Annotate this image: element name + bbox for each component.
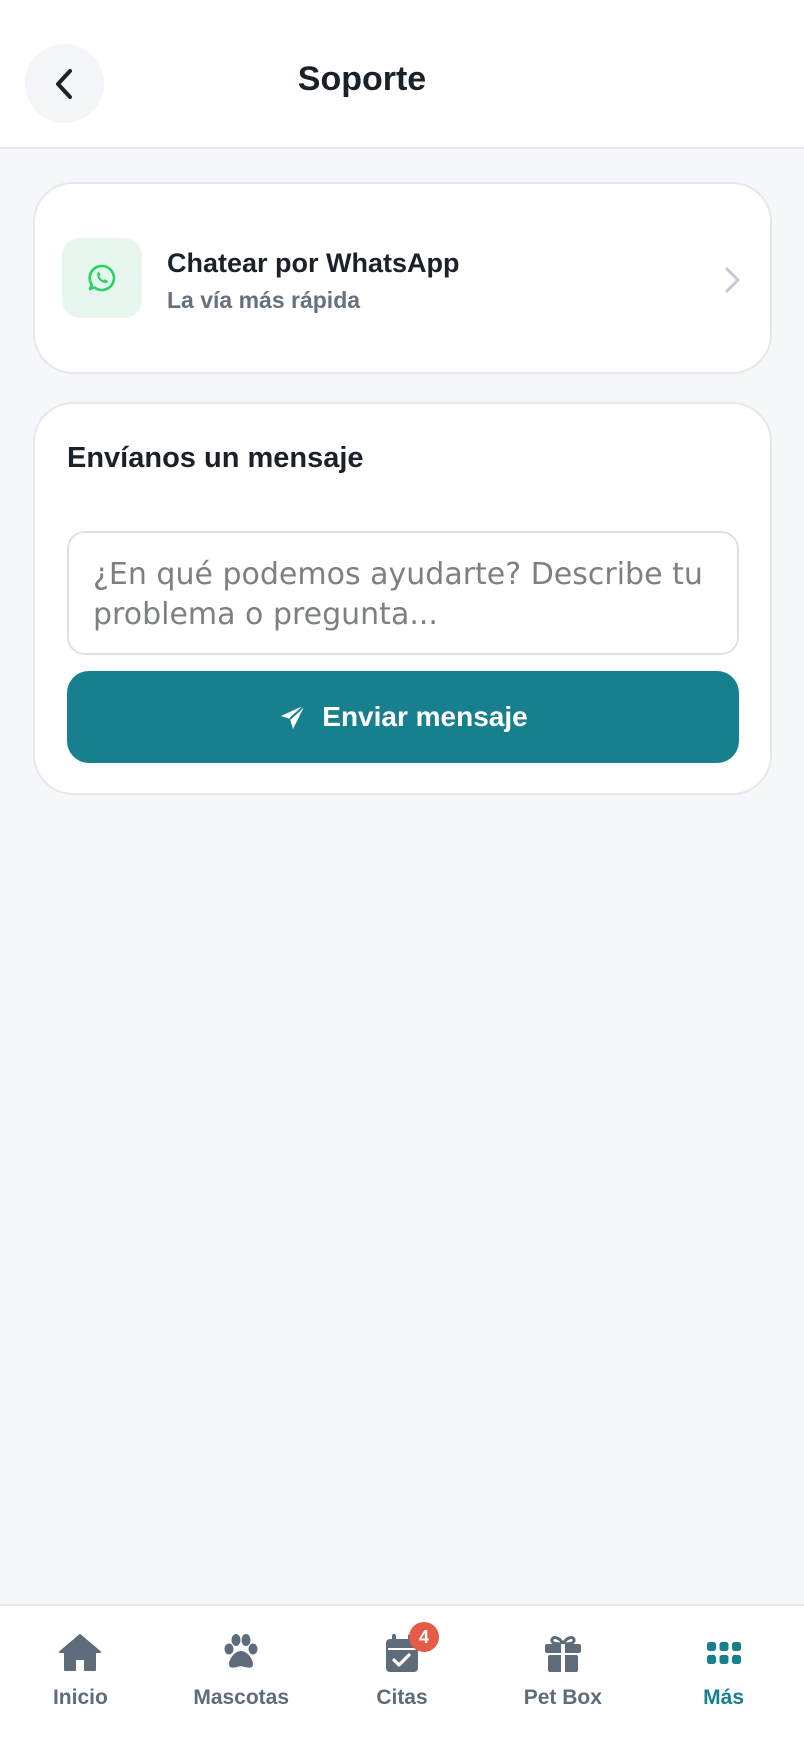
paper-plane-icon [281,704,306,729]
page-title: Soporte [297,60,427,98]
nav-item-pet-box[interactable]: Pet Box [482,1606,643,1740]
gift-icon [544,1636,581,1672]
message-card: Envíanos un mensaje Enviar mensaje [33,402,772,795]
whatsapp-title: Chatear por WhatsApp [167,248,460,278]
citas-badge: 4 [408,1622,439,1652]
message-input[interactable] [67,531,739,655]
whatsapp-icon [88,264,116,292]
nav-item-mas[interactable]: Más [643,1606,804,1740]
nav-label-mas: Más [703,1686,745,1709]
citas-icon-wrap: 4 [379,1622,439,1674]
nav-item-citas[interactable]: 4 Citas [322,1606,483,1740]
grid-icon [706,1642,741,1664]
nav-label-citas: Citas [376,1686,428,1709]
send-message-button[interactable]: Enviar mensaje [67,671,739,763]
whatsapp-chat-card[interactable]: Chatear por WhatsApp La vía más rápida [33,182,772,374]
nav-label-mascotas: Mascotas [193,1686,290,1709]
home-icon [59,1634,102,1671]
message-card-title: Envíanos un mensaje [67,442,364,474]
bottom-nav: Inicio Mascotas 4 Citas Pet Box Más [0,1604,804,1740]
whatsapp-icon-container [62,238,142,318]
nav-label-inicio: Inicio [52,1686,108,1709]
nav-item-mascotas[interactable]: Mascotas [161,1606,322,1740]
nav-item-inicio[interactable]: Inicio [0,1606,161,1740]
chevron-right-icon [725,267,740,293]
nav-label-pet-box: Pet Box [523,1686,602,1709]
whatsapp-subtitle: La vía más rápida [167,287,361,313]
header: Soporte [0,0,804,149]
send-message-label: Enviar mensaje [322,701,528,732]
paw-icon [224,1634,258,1668]
